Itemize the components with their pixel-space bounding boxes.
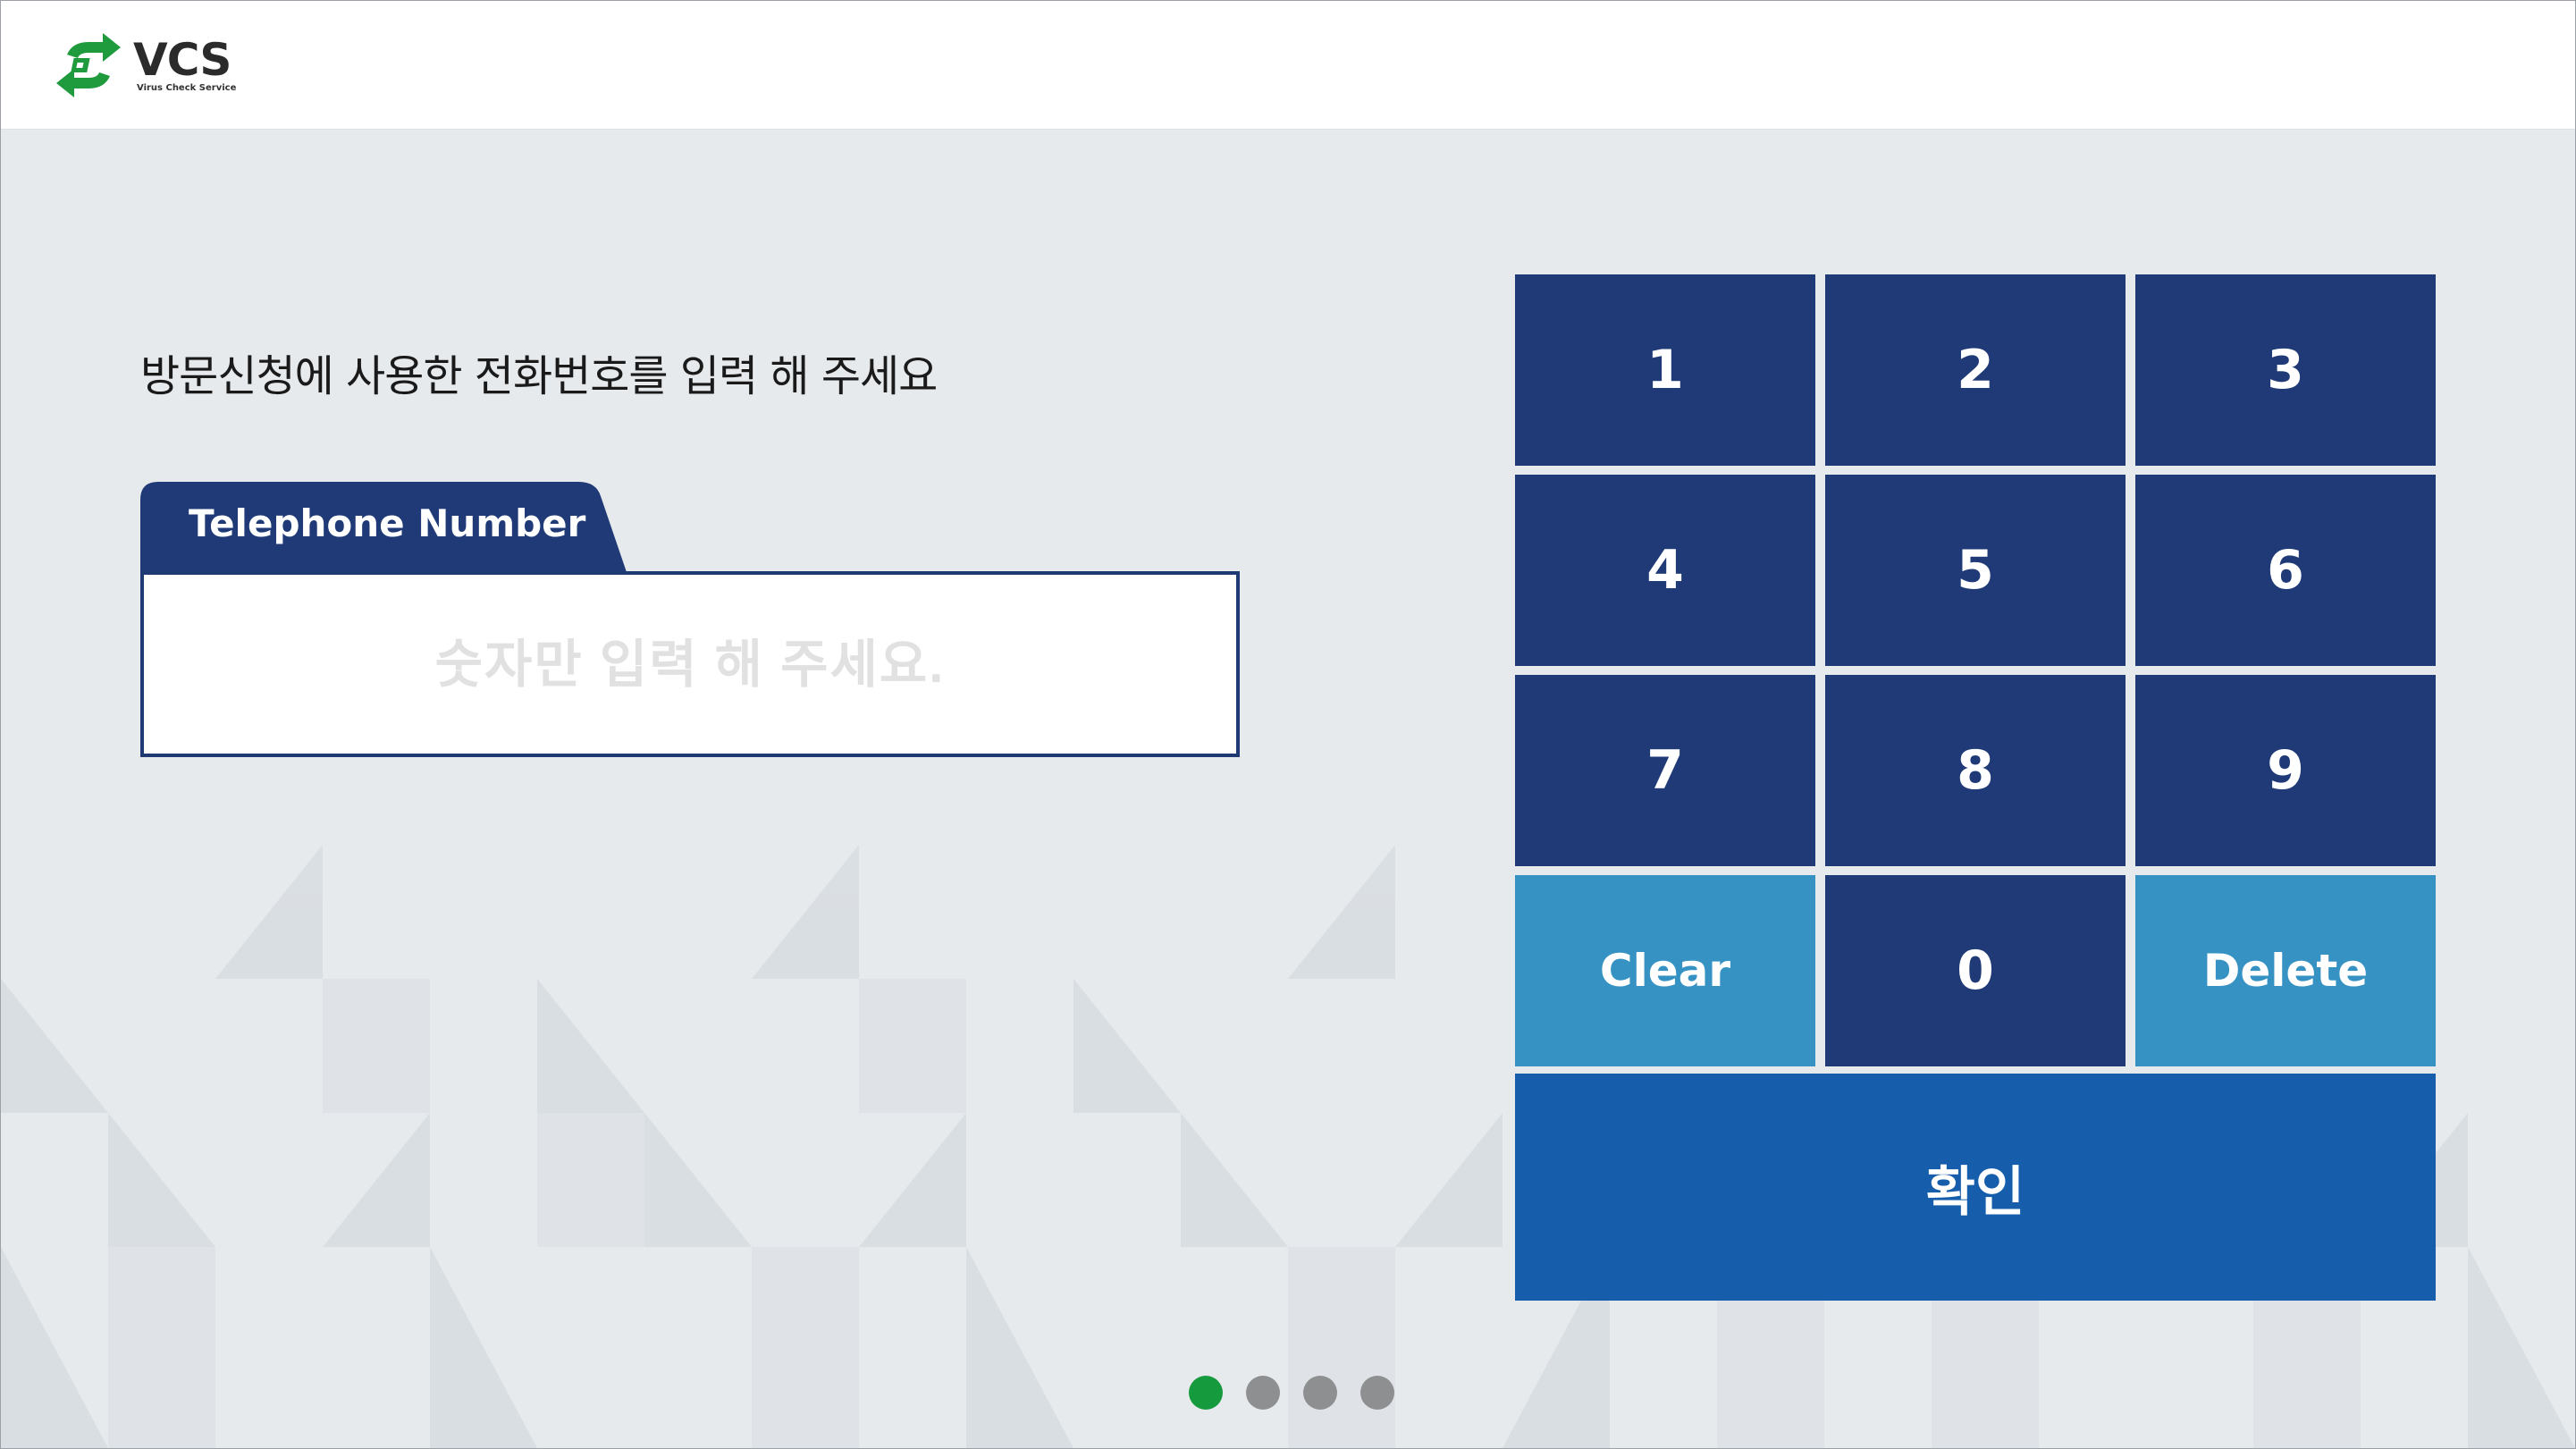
logo-subtitle: Virus Check Service [137,83,237,93]
vcs-logo: VCS Virus Check Service [53,31,267,103]
key-1[interactable]: 1 [1515,274,1815,466]
kiosk-screen: VCS Virus Check Service 방문신청에 사용한 전화번호를 … [0,0,2576,1449]
key-0[interactable]: 0 [1825,875,2126,1066]
instruction-text: 방문신청에 사용한 전화번호를 입력 해 주세요 [140,351,938,401]
clear-button[interactable]: Clear [1515,875,1815,1066]
logo-title: VCS [133,34,232,86]
page-dot-2[interactable] [1246,1376,1280,1410]
refresh-arrows-icon [56,33,121,97]
page-dot-3[interactable] [1303,1376,1337,1410]
delete-button[interactable]: Delete [2135,875,2436,1066]
telephone-label-tab: Telephone Number [140,482,627,575]
key-4[interactable]: 4 [1515,475,1815,666]
key-5[interactable]: 5 [1825,475,2126,666]
header-bar: VCS Virus Check Service [1,1,2575,130]
key-3[interactable]: 3 [2135,274,2436,466]
confirm-button[interactable]: 확인 [1515,1074,2436,1301]
key-8[interactable]: 8 [1825,675,2126,866]
page-dot-4[interactable] [1360,1376,1394,1410]
numeric-keypad: 1 2 3 4 5 6 7 8 9 Clear 0 Delete 확인 [1515,274,2436,1301]
telephone-input[interactable] [140,571,1240,757]
page-dot-1[interactable] [1189,1376,1223,1410]
key-7[interactable]: 7 [1515,675,1815,866]
key-9[interactable]: 9 [2135,675,2436,866]
key-6[interactable]: 6 [2135,475,2436,666]
key-2[interactable]: 2 [1825,274,2126,466]
telephone-label: Telephone Number [189,501,586,545]
